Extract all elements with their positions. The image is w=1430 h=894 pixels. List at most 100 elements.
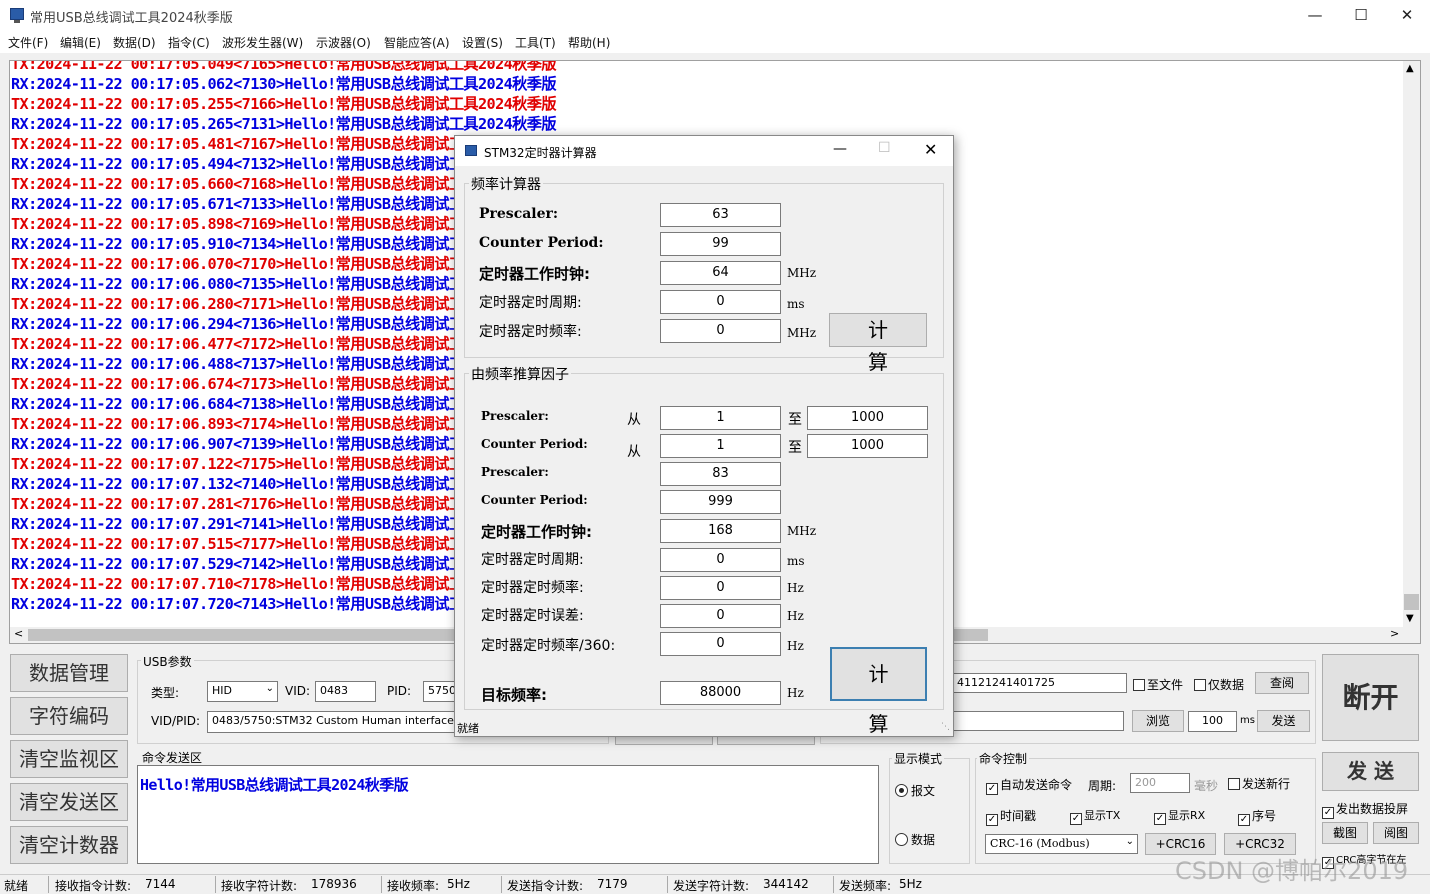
mode-message-radio[interactable]: 报文	[895, 782, 935, 799]
target-freq-input[interactable]: 88000	[660, 681, 781, 705]
mode-data-radio[interactable]: 数据	[895, 831, 935, 848]
log-vertical-scrollbar[interactable]: ▲ ▼	[1403, 61, 1420, 627]
seq-checkbox[interactable]: ✓ 序号	[1238, 807, 1276, 826]
display-mode-label: 显示模式	[892, 750, 945, 767]
data-manage-button[interactable]: 数据管理	[10, 654, 128, 692]
resize-grip-icon[interactable]: ⋱	[941, 722, 950, 732]
menu-command[interactable]: 指令(C)	[168, 34, 210, 51]
seq-label: 序号	[1252, 809, 1277, 823]
timer-freq-label: 定时器定时频率:	[479, 324, 582, 340]
vid-input[interactable]: 0483	[315, 681, 376, 702]
char-encoding-button[interactable]: 字符编码	[10, 697, 128, 735]
dialog-maximize-button[interactable]: ☐	[878, 140, 891, 156]
auto-send-checkbox[interactable]: ✓ 自动发送命令	[986, 776, 1072, 795]
chevron-down-icon: ⌄	[1125, 836, 1134, 847]
data-only-checkbox[interactable]: 仅数据	[1194, 676, 1244, 693]
f-prescaler-input[interactable]: 83	[660, 462, 781, 486]
disconnect-button[interactable]: 断开	[1322, 654, 1419, 741]
menu-oscilloscope[interactable]: 示波器(O)	[316, 34, 371, 51]
menu-settings[interactable]: 设置(S)	[462, 34, 503, 51]
file-path-input[interactable]: 41121241401725	[952, 673, 1127, 693]
type-select[interactable]: HID ⌄	[207, 681, 278, 702]
rx-char-count: 178936	[311, 877, 357, 891]
send-newline-checkbox[interactable]: 发送新行	[1228, 775, 1290, 792]
dialog-close-button[interactable]: ✕	[924, 140, 937, 159]
per-from-input[interactable]: 1	[660, 434, 781, 458]
show-rx-checkbox[interactable]: ✓ 显示RX	[1154, 807, 1205, 825]
log-line: TX:2024-11-22 00:17:05.255<7166>Hello!常用…	[11, 95, 557, 113]
screenshot-button[interactable]: 截图	[1322, 822, 1368, 844]
clear-monitor-button[interactable]: 清空监视区	[10, 740, 128, 778]
view-button[interactable]: 查阅	[1255, 672, 1309, 694]
f-period-input[interactable]: 999	[660, 490, 781, 514]
show-tx-label: 显示TX	[1084, 809, 1121, 822]
to-file-checkbox[interactable]: 至文件	[1133, 676, 1183, 693]
f-timer-period-unit: ms	[787, 554, 805, 568]
rx-cmd-label: 接收指令计数:	[55, 879, 132, 893]
f-timer-freq-label: 定时器定时频率:	[481, 580, 584, 596]
usb-params-label: USB参数	[141, 653, 194, 670]
menu-bar: 文件(F) 编辑(E) 数据(D) 指令(C) 波形发生器(W) 示波器(O) …	[0, 31, 1430, 53]
prescaler-label: Prescaler:	[479, 206, 559, 222]
pre-from-input[interactable]: 1	[660, 406, 781, 430]
f-timer-period-input[interactable]: 0	[660, 548, 781, 572]
status-separator	[215, 876, 216, 893]
maximize-button[interactable]: ☐	[1338, 0, 1384, 31]
vidpid-select[interactable]: 0483/5750:STM32 Custom Human interface	[207, 711, 455, 733]
timer-period-unit: ms	[787, 297, 805, 311]
pre-to-input[interactable]: 1000	[807, 406, 928, 430]
scroll-down-icon[interactable]: ▼	[1406, 613, 1414, 624]
file-send-button[interactable]: 发送	[1257, 710, 1310, 732]
scroll-up-icon[interactable]: ▲	[1406, 63, 1414, 74]
pid-input[interactable]: 5750	[423, 681, 455, 702]
cmd-send-textarea[interactable]: Hello!常用USB总线调试工具2024秋季版	[137, 765, 879, 864]
mode-message-label: 报文	[911, 784, 936, 798]
interval-input[interactable]: 100	[1188, 711, 1237, 732]
projection-checkbox[interactable]: ✓ 发出数据投屏	[1322, 800, 1408, 819]
clear-send-button[interactable]: 清空发送区	[10, 783, 128, 821]
calc2-button[interactable]: 计 算	[830, 647, 927, 736]
pid-label: PID:	[387, 684, 412, 698]
menu-smart-reply[interactable]: 智能应答(A)	[384, 34, 450, 51]
log-line: RX:2024-11-22 00:17:05.265<7131>Hello!常用…	[11, 115, 557, 133]
timestamp-checkbox[interactable]: ✓ 时间戳	[986, 807, 1036, 826]
f-clock-input[interactable]: 168	[660, 519, 781, 543]
view-image-button[interactable]: 阅图	[1373, 822, 1419, 844]
menu-tools[interactable]: 工具(T)	[515, 34, 556, 51]
file-browse-input[interactable]	[952, 711, 1124, 731]
menu-edit[interactable]: 编辑(E)	[60, 34, 101, 51]
scroll-left-icon[interactable]: <	[14, 627, 23, 640]
menu-help[interactable]: 帮助(H)	[568, 34, 610, 51]
close-button[interactable]: ✕	[1384, 0, 1430, 31]
menu-data[interactable]: 数据(D)	[113, 34, 156, 51]
f-timer-freq-input[interactable]: 0	[660, 576, 781, 600]
menu-waveform[interactable]: 波形发生器(W)	[222, 34, 303, 51]
prescaler-input[interactable]: 63	[660, 203, 781, 227]
menu-file[interactable]: 文件(F)	[8, 34, 48, 51]
minimize-button[interactable]: —	[1292, 0, 1338, 31]
timer-freq-input[interactable]: 0	[660, 319, 781, 343]
crc-select[interactable]: CRC-16 (Modbus) ⌄	[985, 834, 1138, 854]
clear-counter-button[interactable]: 清空计数器	[10, 826, 128, 864]
crc-select-value: CRC-16 (Modbus)	[990, 837, 1090, 850]
f-freq360-input[interactable]: 0	[660, 632, 781, 656]
window-title: 常用USB总线调试工具2024秋季版	[30, 11, 233, 26]
send-button[interactable]: 发 送	[1322, 752, 1419, 791]
watermark: CSDN @博帕尔2019	[1175, 857, 1409, 885]
scroll-right-icon[interactable]: >	[1390, 627, 1399, 640]
period-input[interactable]: 200	[1130, 773, 1190, 793]
dialog-minimize-button[interactable]: —	[833, 141, 847, 157]
rx-freq: 5Hz	[447, 877, 470, 891]
scroll-thumb[interactable]	[1404, 594, 1419, 610]
dialog-app-icon	[465, 145, 477, 156]
f-error-input[interactable]: 0	[660, 604, 781, 628]
clock-input[interactable]: 64	[660, 261, 781, 285]
data-only-label: 仅数据	[1208, 678, 1245, 692]
per-to-input[interactable]: 1000	[807, 434, 928, 458]
timer-period-input[interactable]: 0	[660, 290, 781, 314]
counter-period-input[interactable]: 99	[660, 232, 781, 256]
calc-button[interactable]: 计 算	[829, 313, 927, 374]
f-timer-freq-unit: Hz	[787, 581, 804, 595]
browse-button[interactable]: 浏览	[1132, 710, 1184, 732]
show-tx-checkbox[interactable]: ✓ 显示TX	[1070, 807, 1120, 825]
